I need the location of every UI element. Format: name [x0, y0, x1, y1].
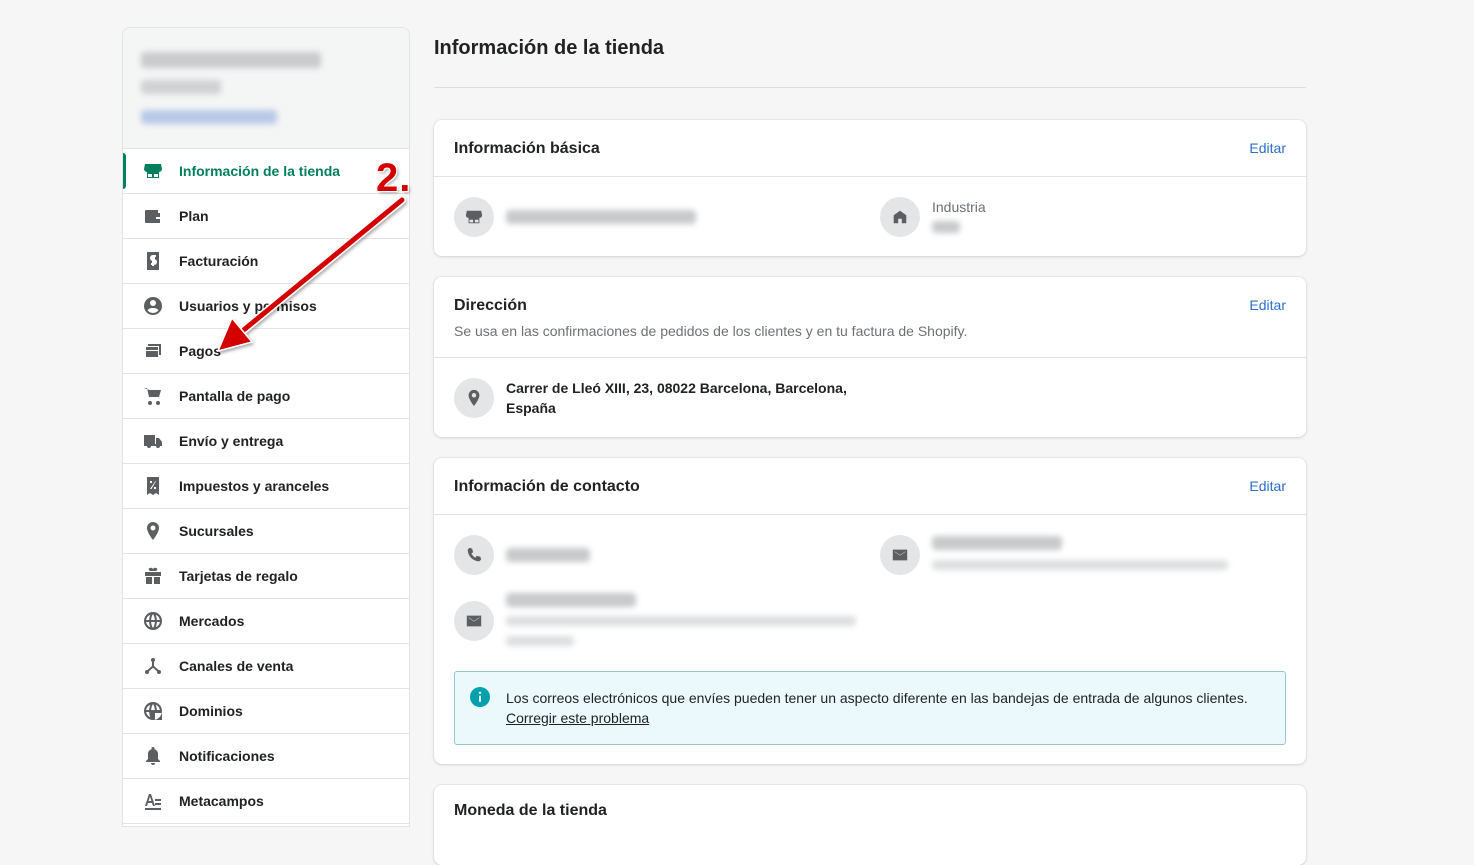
sidebar-item[interactable]: Dominios — [123, 689, 409, 734]
payments-icon — [142, 340, 164, 362]
store-icon — [142, 160, 164, 182]
tax-icon — [142, 475, 164, 497]
phone-value-blurred — [506, 548, 590, 562]
sidebar-item-label: Tarjetas de regalo — [179, 568, 298, 584]
card-divider — [434, 514, 1306, 515]
wallet-icon — [142, 205, 164, 227]
truck-icon — [142, 430, 164, 452]
sidebar-item[interactable]: Impuestos y aranceles — [123, 464, 409, 509]
store-header — [123, 28, 409, 149]
address-line-1: Carrer de Lleó XIII, 23, 08022 Barcelona… — [506, 380, 847, 396]
channels-icon — [142, 655, 164, 677]
address-edit-link[interactable]: Editar — [1249, 297, 1286, 313]
sidebar-item[interactable]: Metacampos — [123, 779, 409, 824]
address-line-2: España — [506, 400, 556, 416]
address-subtitle: Se usa en las confirmaciones de pedidos … — [454, 323, 968, 339]
basic-info-edit-link[interactable]: Editar — [1249, 140, 1286, 156]
contact-card: Información de contacto Editar Los corre… — [434, 458, 1306, 764]
address-text: Carrer de Lleó XIII, 23, 08022 Barcelona… — [506, 378, 847, 418]
location-pin-icon — [454, 378, 494, 418]
customer-email-desc-blurred — [506, 636, 574, 646]
store-icon — [454, 197, 494, 237]
sidebar-item-label: Sucursales — [179, 523, 254, 539]
metafields-icon — [142, 790, 164, 812]
sidebar-item-label: Pagos — [179, 343, 222, 359]
sender-email-blurred — [932, 536, 1062, 550]
settings-sidebar: Información de la tienda Plan Facturación U… — [122, 27, 410, 827]
sidebar-item-label: Notificaciones — [179, 748, 275, 764]
notice-text-block: Los correos electrónicos que envíes pued… — [506, 688, 1248, 728]
sidebar-item[interactable]: Notificaciones — [123, 734, 409, 779]
user-icon — [142, 295, 164, 317]
contact-edit-link[interactable]: Editar — [1249, 478, 1286, 494]
store-name-blurred — [141, 52, 321, 68]
bell-icon — [142, 745, 164, 767]
industry-icon — [880, 197, 920, 237]
industry-value-blurred — [932, 221, 960, 233]
sidebar-item-label: Impuestos y aranceles — [179, 478, 330, 494]
phone-icon — [454, 535, 494, 575]
sidebar-item-label: Dominios — [179, 703, 243, 719]
gift-icon — [142, 565, 164, 587]
sidebar-item-label: Información de la tienda — [179, 163, 341, 179]
sidebar-item-label: Usuarios y permisos — [179, 298, 317, 314]
globe-icon — [142, 610, 164, 632]
sidebar-item[interactable]: Información de la tienda — [123, 149, 409, 194]
store-owner-blurred — [141, 80, 221, 94]
sidebar-item-label: Pantalla de pago — [179, 388, 291, 404]
sidebar-item[interactable]: Sucursales — [123, 509, 409, 554]
sidebar-nav-list: Información de la tienda Plan Facturación U… — [123, 149, 409, 824]
mail-icon — [454, 601, 494, 641]
location-icon — [142, 520, 164, 542]
sidebar-item-label: Canales de venta — [179, 658, 294, 674]
basic-info-card: Información básica Editar Industria — [434, 120, 1306, 256]
sidebar-item[interactable]: Plan — [123, 194, 409, 239]
annotation-step-number: 2. — [376, 156, 412, 200]
contact-title: Información de contacto — [454, 478, 640, 495]
store-url-blurred — [141, 110, 277, 124]
page-title: Información de la tienda — [434, 37, 665, 59]
sidebar-item-label: Mercados — [179, 613, 245, 629]
address-title: Dirección — [454, 297, 527, 314]
store-legal-name-blurred — [506, 210, 696, 224]
info-icon — [470, 687, 490, 707]
card-divider — [434, 357, 1306, 358]
card-divider — [434, 176, 1306, 177]
billing-icon — [142, 250, 164, 272]
sidebar-item[interactable]: Canales de venta — [123, 644, 409, 689]
sidebar-item-label: Facturación — [179, 253, 259, 269]
sidebar-item-label: Envío y entrega — [179, 433, 284, 449]
basic-info-title: Información básica — [454, 140, 600, 157]
mail-icon — [880, 535, 920, 575]
sender-email-desc-blurred — [932, 560, 1228, 570]
notice-message: Los correos electrónicos que envíes pued… — [506, 690, 1248, 706]
customer-email-desc-blurred — [506, 616, 856, 626]
email-notice-banner: Los correos electrónicos que envíes pued… — [454, 671, 1286, 745]
fix-problem-link[interactable]: Corregir este problema — [506, 710, 649, 726]
domain-icon — [142, 700, 164, 722]
currency-title: Moneda de la tienda — [454, 802, 607, 819]
industry-label: Industria — [932, 199, 986, 215]
currency-card: Moneda de la tienda — [434, 785, 1306, 865]
sidebar-item[interactable]: Pagos — [123, 329, 409, 374]
sidebar-item[interactable]: Facturación — [123, 239, 409, 284]
title-divider — [434, 87, 1306, 88]
sidebar-item-label: Metacampos — [179, 793, 264, 809]
cart-icon — [142, 385, 164, 407]
sidebar-item[interactable]: Tarjetas de regalo — [123, 554, 409, 599]
sidebar-item[interactable]: Envío y entrega — [123, 419, 409, 464]
sidebar-item[interactable]: Pantalla de pago — [123, 374, 409, 419]
customer-email-blurred — [506, 593, 636, 607]
sidebar-item-label: Plan — [179, 208, 209, 224]
sidebar-item[interactable]: Usuarios y permisos — [123, 284, 409, 329]
sidebar-item[interactable]: Mercados — [123, 599, 409, 644]
address-card: Dirección Se usa en las confirmaciones d… — [434, 277, 1306, 437]
